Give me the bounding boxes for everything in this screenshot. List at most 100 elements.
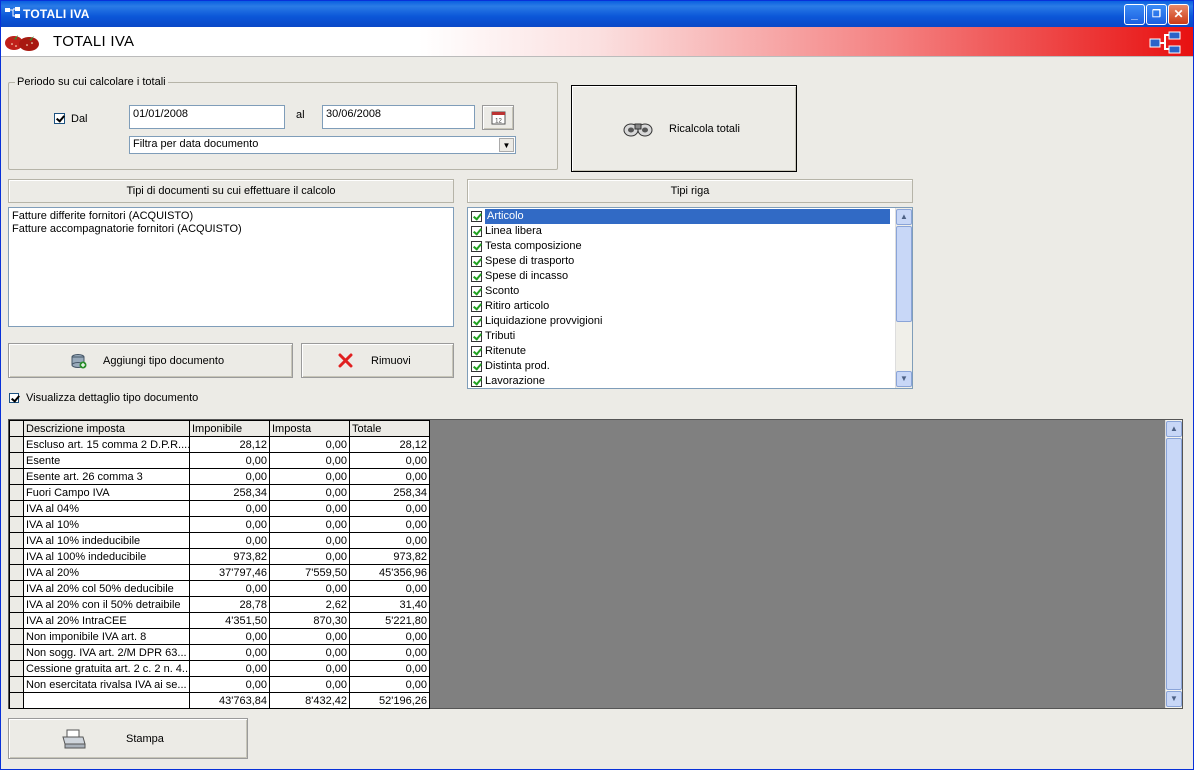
table-cell[interactable]: 870,30 [269, 612, 350, 629]
table-cell[interactable]: IVA al 100% indeducibile [23, 548, 190, 565]
row-type-item[interactable]: Ritenute [468, 344, 912, 359]
checkbox[interactable] [471, 331, 482, 342]
table-cell[interactable]: 0,00 [349, 660, 430, 677]
table-row[interactable]: IVA al 20% 37'797,46 7'559,50 45'356,96 [9, 564, 430, 581]
scroll-down-icon[interactable]: ▼ [1166, 691, 1182, 707]
table-cell[interactable]: 28,78 [189, 596, 270, 613]
row-type-item[interactable]: Lavorazione [468, 374, 912, 388]
row-type-item[interactable]: Liquidazione provvigioni [468, 314, 912, 329]
checkbox[interactable] [471, 361, 482, 372]
table-cell[interactable]: 0,00 [269, 548, 350, 565]
table-cell[interactable]: 0,00 [189, 452, 270, 469]
row-selector[interactable] [9, 564, 24, 581]
table-cell[interactable]: 31,40 [349, 596, 430, 613]
checkbox[interactable] [471, 211, 482, 222]
column-header[interactable]: Totale [349, 420, 430, 437]
table-cell[interactable]: Esente art. 26 comma 3 [23, 468, 190, 485]
filter-select[interactable]: Filtra per data documento ▼ [129, 136, 516, 154]
table-cell[interactable]: Cessione gratuita art. 2 c. 2 n. 4... [23, 660, 190, 677]
totals-row[interactable]: 43'763,84 8'432,42 52'196,26 [9, 692, 430, 709]
row-type-item[interactable]: Linea libera [468, 224, 912, 239]
table-row[interactable]: IVA al 10% 0,00 0,00 0,00 [9, 516, 430, 533]
table-cell[interactable]: 0,00 [349, 452, 430, 469]
row-selector[interactable] [9, 436, 24, 453]
table-row[interactable]: Escluso art. 15 comma 2 D.P.R.... 28,12 0,… [9, 436, 430, 453]
vat-totals-grid[interactable]: Descrizione imposta Imponibile Imposta T… [8, 419, 1183, 709]
to-date-input[interactable]: 30/06/2008 [322, 105, 475, 129]
table-cell[interactable]: 0,00 [269, 500, 350, 517]
row-types-list[interactable]: Articolo Linea libera Testa composizione… [467, 207, 913, 389]
table-cell[interactable]: 7'559,50 [269, 564, 350, 581]
checkbox[interactable] [471, 376, 482, 387]
table-cell[interactable]: 0,00 [349, 628, 430, 645]
table-cell[interactable]: 0,00 [349, 580, 430, 597]
from-date-input[interactable]: 01/01/2008 [129, 105, 285, 129]
table-cell[interactable]: 0,00 [269, 676, 350, 693]
add-doc-type-button[interactable]: Aggiungi tipo documento [8, 343, 293, 378]
scroll-up-icon[interactable]: ▲ [1166, 421, 1182, 437]
row-type-item[interactable]: Spese di trasporto [468, 254, 912, 269]
table-cell[interactable]: 973,82 [189, 548, 270, 565]
column-header[interactable]: Imponibile [189, 420, 270, 437]
table-cell[interactable]: 0,00 [269, 628, 350, 645]
table-cell[interactable]: IVA al 20% col 50% deducibile [23, 580, 190, 597]
row-selector[interactable] [9, 660, 24, 677]
recalculate-button[interactable]: Ricalcola totali [571, 85, 797, 172]
table-cell[interactable]: 0,00 [349, 676, 430, 693]
table-cell[interactable]: 0,00 [349, 516, 430, 533]
table-cell[interactable]: IVA al 10% [23, 516, 190, 533]
checkbox[interactable] [471, 346, 482, 357]
table-cell[interactable]: 43'763,84 [189, 692, 270, 709]
table-cell[interactable]: 0,00 [269, 452, 350, 469]
scroll-thumb[interactable] [1166, 438, 1182, 690]
table-row[interactable]: IVA al 20% con il 50% detraibile 28,78 2,6… [9, 596, 430, 613]
print-button[interactable]: Stampa [8, 718, 248, 759]
row-selector[interactable] [9, 420, 24, 437]
table-cell[interactable]: IVA al 04% [23, 500, 190, 517]
table-cell[interactable]: 0,00 [269, 516, 350, 533]
table-row[interactable]: Non imponibile IVA art. 8 0,00 0,00 0,00 [9, 628, 430, 645]
checkbox[interactable] [471, 316, 482, 327]
checkbox[interactable] [471, 241, 482, 252]
dal-checkbox[interactable] [54, 113, 65, 124]
table-cell[interactable] [23, 692, 190, 709]
row-selector[interactable] [9, 692, 24, 709]
checkbox[interactable] [471, 256, 482, 267]
table-cell[interactable]: 0,00 [189, 580, 270, 597]
scroll-up-icon[interactable]: ▲ [896, 209, 912, 225]
table-cell[interactable]: 8'432,42 [269, 692, 350, 709]
row-type-item[interactable]: Distinta prod. [468, 359, 912, 374]
title-bar[interactable]: TOTALI IVA _ ❐ ✕ [1, 1, 1193, 27]
table-cell[interactable]: Escluso art. 15 comma 2 D.P.R.... [23, 436, 190, 453]
table-cell[interactable]: 45'356,96 [349, 564, 430, 581]
row-type-item[interactable]: Tributi [468, 329, 912, 344]
column-header[interactable]: Imposta [269, 420, 350, 437]
table-cell[interactable]: 0,00 [189, 500, 270, 517]
row-selector[interactable] [9, 644, 24, 661]
row-selector[interactable] [9, 500, 24, 517]
table-cell[interactable]: IVA al 20% con il 50% detraibile [23, 596, 190, 613]
table-cell[interactable]: 0,00 [269, 644, 350, 661]
table-cell[interactable]: 52'196,26 [349, 692, 430, 709]
row-selector[interactable] [9, 596, 24, 613]
row-type-item[interactable]: Ritiro articolo [468, 299, 912, 314]
table-cell[interactable]: 258,34 [349, 484, 430, 501]
close-button[interactable]: ✕ [1168, 4, 1189, 25]
table-cell[interactable]: IVA al 10% indeducibile [23, 532, 190, 549]
maximize-button[interactable]: ❐ [1146, 4, 1167, 25]
table-row[interactable]: IVA al 20% col 50% deducibile 0,00 0,00 0,0… [9, 580, 430, 597]
table-row[interactable]: Esente 0,00 0,00 0,00 [9, 452, 430, 469]
calendar-button[interactable]: 12 [482, 105, 514, 130]
row-selector[interactable] [9, 628, 24, 645]
doc-types-list[interactable]: Fatture differite fornitori (ACQUISTO) F… [8, 207, 454, 327]
list-item[interactable]: Fatture differite fornitori (ACQUISTO) [9, 210, 453, 223]
table-cell[interactable]: Esente [23, 452, 190, 469]
table-cell[interactable]: 0,00 [269, 660, 350, 677]
table-cell[interactable]: 0,00 [189, 644, 270, 661]
table-cell[interactable]: 0,00 [189, 468, 270, 485]
table-row[interactable]: Non sogg. IVA art. 2/M DPR 63... 0,00 0,00… [9, 644, 430, 661]
scroll-down-icon[interactable]: ▼ [896, 371, 912, 387]
table-cell[interactable]: Non imponibile IVA art. 8 [23, 628, 190, 645]
table-cell[interactable]: 0,00 [269, 436, 350, 453]
table-cell[interactable]: Non esercitata rivalsa IVA ai se... [23, 676, 190, 693]
